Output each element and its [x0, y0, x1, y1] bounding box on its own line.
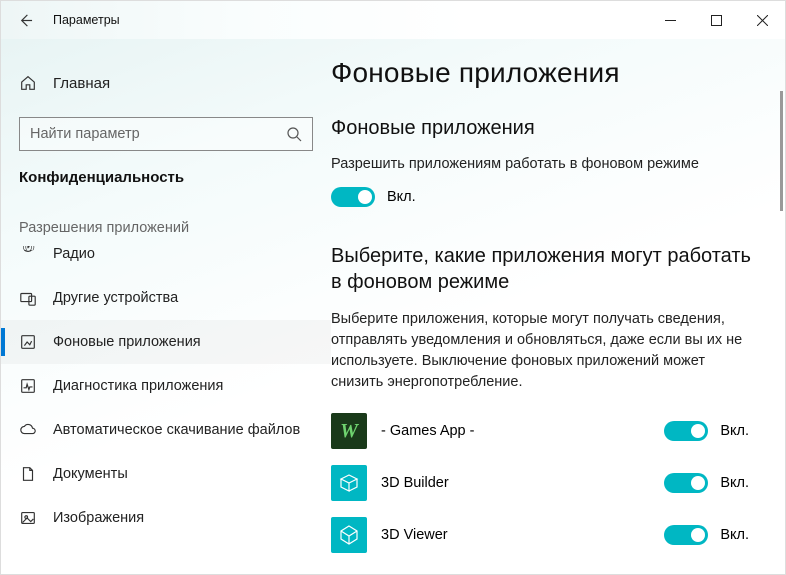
nav-label: Автоматическое скачивание файлов	[53, 422, 300, 438]
app-toggle[interactable]	[664, 473, 708, 493]
nav-label: Другие устройства	[53, 290, 178, 306]
nav-item-other-devices[interactable]: Другие устройства	[1, 276, 331, 320]
search-box[interactable]	[19, 117, 313, 151]
home-nav[interactable]: Главная	[1, 63, 331, 103]
app-name: 3D Viewer	[381, 527, 650, 543]
app-name: 3D Builder	[381, 475, 650, 491]
content-pane: Фоновые приложения Фоновые приложения Ра…	[331, 39, 785, 574]
close-button[interactable]	[739, 4, 785, 36]
window-controls	[647, 4, 785, 36]
cloud-download-icon	[19, 421, 37, 439]
back-button[interactable]	[9, 4, 41, 36]
page-title: Фоновые приложения	[331, 57, 757, 89]
master-toggle[interactable]	[331, 187, 375, 207]
app-toggle[interactable]	[664, 421, 708, 441]
app-toggle[interactable]	[664, 525, 708, 545]
section-label: Разрешения приложений	[1, 206, 331, 246]
app-row: 3D Viewer Вкл.	[331, 509, 757, 561]
document-icon	[19, 465, 37, 483]
background-apps-icon	[19, 333, 37, 351]
diagnostics-icon	[19, 377, 37, 395]
app-icon-3d-viewer	[331, 517, 367, 553]
app-icon-games: W	[331, 413, 367, 449]
nav-label: Фоновые приложения	[53, 334, 201, 350]
scrollbar[interactable]	[780, 91, 783, 211]
nav-item-documents[interactable]: Документы	[1, 452, 331, 496]
nav-label: Диагностика приложения	[53, 378, 223, 394]
maximize-button[interactable]	[693, 4, 739, 36]
app-toggle-label: Вкл.	[720, 475, 749, 491]
picture-icon	[19, 509, 37, 527]
section-heading-2: Выберите, какие приложения могут работат…	[331, 243, 751, 295]
nav-label: Радио	[53, 246, 95, 262]
app-toggle-label: Вкл.	[720, 527, 749, 543]
svg-text:((•)): ((•))	[23, 246, 35, 251]
home-label: Главная	[53, 75, 110, 92]
search-input[interactable]	[20, 126, 276, 142]
radio-icon: ((•))	[19, 246, 37, 260]
search-icon	[276, 126, 312, 142]
nav-list: ((•)) Радио Другие устройства Фоновые пр…	[1, 246, 331, 540]
nav-item-pictures[interactable]: Изображения	[1, 496, 331, 540]
nav-item-app-diagnostics[interactable]: Диагностика приложения	[1, 364, 331, 408]
app-toggle-label: Вкл.	[720, 423, 749, 439]
nav-item-radio[interactable]: ((•)) Радио	[1, 246, 331, 276]
allow-description: Разрешить приложениям работать в фоновом…	[331, 154, 751, 175]
home-icon	[19, 74, 37, 92]
devices-icon	[19, 289, 37, 307]
titlebar: Параметры	[1, 1, 785, 39]
nav-label: Документы	[53, 466, 128, 482]
nav-item-auto-download[interactable]: Автоматическое скачивание файлов	[1, 408, 331, 452]
window-title: Параметры	[53, 13, 120, 27]
master-toggle-label: Вкл.	[387, 189, 416, 205]
app-name: - Games App -	[381, 423, 650, 439]
category-header: Конфиденциальность	[1, 169, 331, 206]
nav-label: Изображения	[53, 510, 144, 526]
app-row: W - Games App - Вкл.	[331, 405, 757, 457]
sidebar: Главная Конфиденциальность Разрешения пр…	[1, 39, 331, 574]
app-row: 3D Builder Вкл.	[331, 457, 757, 509]
section-heading-1: Фоновые приложения	[331, 117, 757, 140]
minimize-button[interactable]	[647, 4, 693, 36]
app-icon-3d-builder	[331, 465, 367, 501]
nav-item-background-apps[interactable]: Фоновые приложения	[1, 320, 331, 364]
choose-description: Выберите приложения, которые могут получ…	[331, 309, 751, 393]
